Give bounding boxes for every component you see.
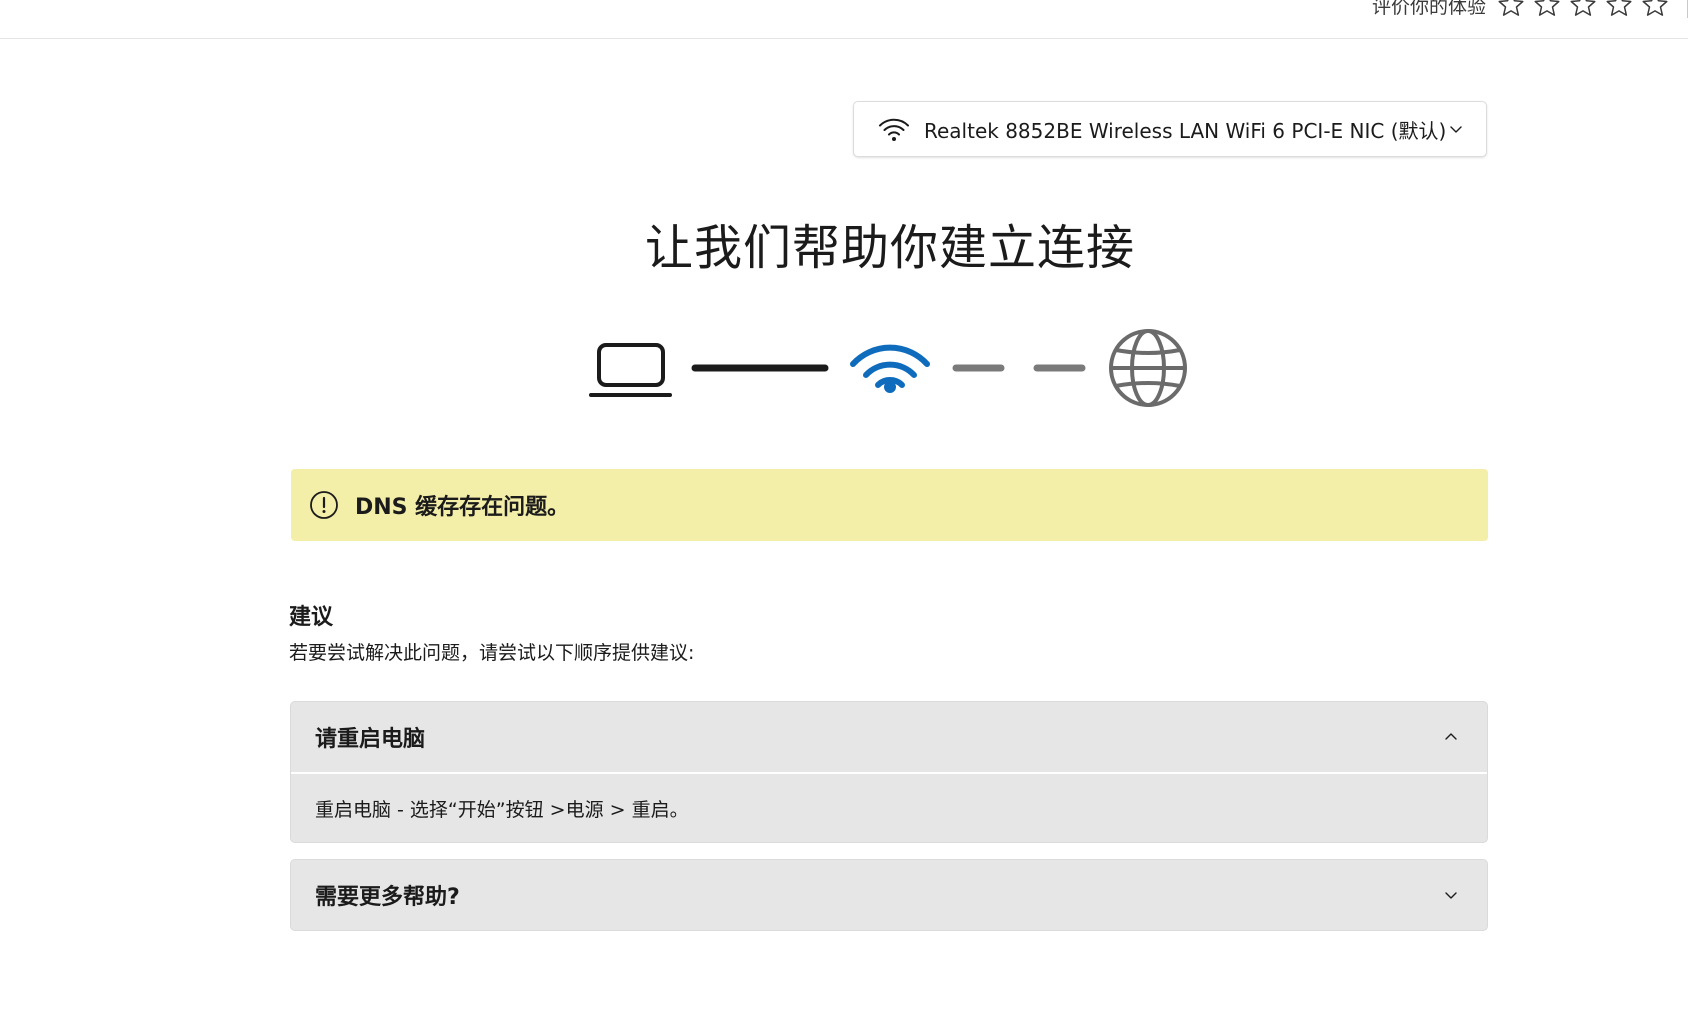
top-bar: 评价你的体验: [0, 0, 1688, 39]
adapter-label: Realtek 8852BE Wireless LAN WiFi 6 PCI-E…: [924, 118, 1447, 143]
accordion-body: 重启电脑 - 选择“开始”按钮 >电源 > 重启。: [291, 772, 1487, 842]
chevron-up-icon: [1445, 733, 1457, 740]
connection-diagram: [589, 329, 1187, 407]
rating-label: 评价你的体验: [1371, 0, 1486, 18]
network-troubleshooter-page: 评价你的体验 Realtek 8852BE Wireless LAN WiFi …: [0, 0, 1688, 1034]
suggestions-description: 若要尝试解决此问题，请尝试以下顺序提供建议:: [289, 642, 695, 664]
star-icon[interactable]: [1604, 0, 1634, 20]
accordion-title: 需要更多帮助?: [315, 885, 460, 910]
star-icon[interactable]: [1532, 0, 1562, 20]
page-title: 让我们帮助你建立连接: [644, 220, 1135, 276]
chevron-down-icon: [1450, 126, 1462, 133]
warning-banner: DNS 缓存存在问题。: [291, 469, 1488, 541]
accordion-header[interactable]: 需要更多帮助?: [291, 860, 1487, 930]
rating-widget: 评价你的体验: [1372, 0, 1670, 20]
wifi-icon: [879, 118, 909, 141]
globe-icon: [1109, 329, 1187, 407]
more-help-accordion: 需要更多帮助?: [290, 859, 1488, 931]
accordion-header[interactable]: 请重启电脑: [291, 702, 1487, 772]
restart-pc-accordion: 请重启电脑 重启电脑 - 选择“开始”按钮 >电源 > 重启。: [290, 701, 1488, 843]
wifi-icon: [850, 344, 930, 393]
star-icon[interactable]: [1640, 0, 1670, 20]
chevron-down-icon: [1445, 892, 1457, 899]
laptop-icon: [589, 343, 672, 397]
restart-instructions: 重启电脑 - 选择“开始”按钮 >电源 > 重启。: [315, 798, 689, 821]
warning-icon: [310, 491, 338, 519]
star-icon[interactable]: [1568, 0, 1598, 20]
accordion-title: 请重启电脑: [315, 727, 426, 752]
network-adapter-dropdown[interactable]: Realtek 8852BE Wireless LAN WiFi 6 PCI-E…: [853, 101, 1487, 157]
star-icon[interactable]: [1496, 0, 1526, 20]
suggestions-heading: 建议: [289, 605, 334, 630]
warning-message: DNS 缓存存在问题。: [355, 495, 570, 520]
